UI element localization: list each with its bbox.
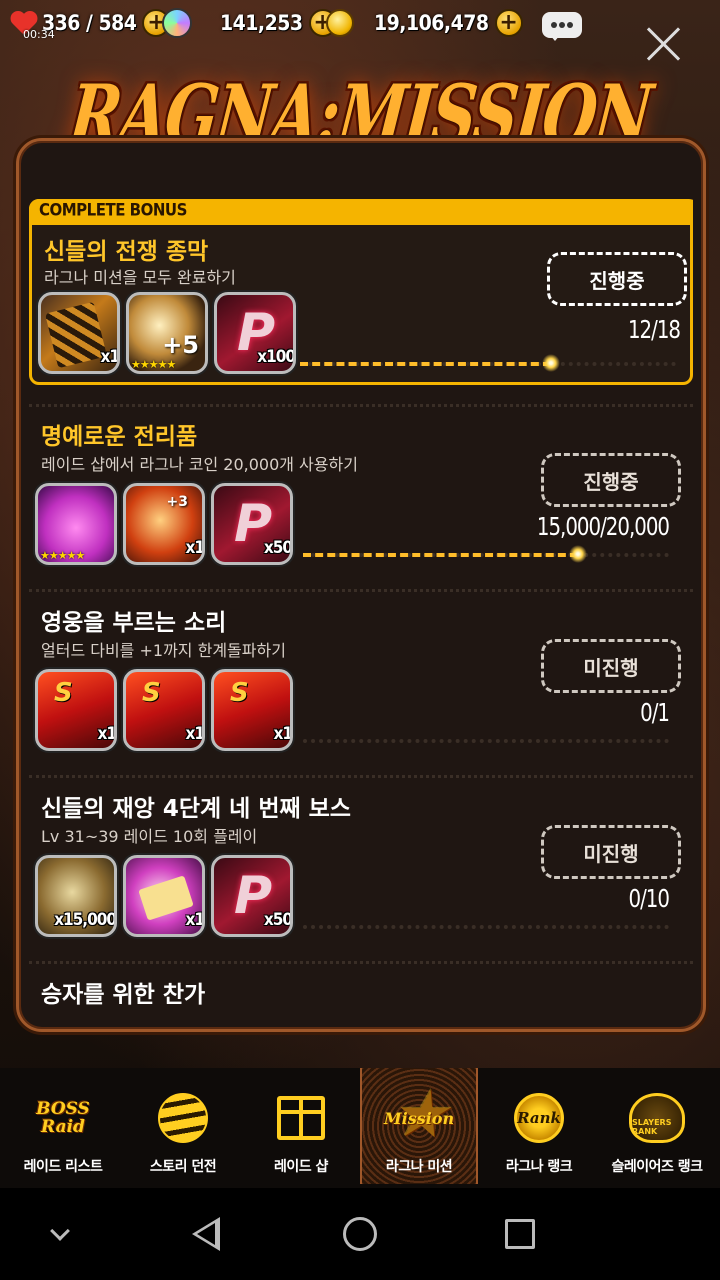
progress-bar xyxy=(303,545,669,563)
nav-ragna-rank[interactable]: Rank 라그나 랭크 xyxy=(480,1068,598,1184)
progress-bar xyxy=(303,739,669,743)
card-pack-icon[interactable]: x1 xyxy=(38,292,120,374)
divider xyxy=(29,775,693,778)
mission-status-button[interactable]: 미진행 xyxy=(541,825,681,879)
summon-flag-icon[interactable]: x1 xyxy=(35,669,117,751)
mission-item[interactable]: 승자를 위한 찬가 xyxy=(29,969,693,1019)
progress-fill xyxy=(303,553,578,557)
summon-flag-icon[interactable]: x1 xyxy=(123,669,205,751)
back-icon xyxy=(192,1217,220,1251)
complete-bonus-label: COMPLETE BONUS xyxy=(39,200,187,220)
add-gold-button[interactable]: + xyxy=(494,9,523,37)
progress-bar xyxy=(303,925,669,929)
mission-progress: 12/18 xyxy=(627,316,681,345)
chevron-down-icon xyxy=(50,1221,70,1241)
recents-icon xyxy=(505,1219,535,1249)
gold-coin-icon xyxy=(326,9,354,37)
mission-desc: Lv 31~39 레이드 10회 플레이 xyxy=(41,827,258,846)
mission-desc: 레이드 샵에서 라그나 코인 20,000개 사용하기 xyxy=(41,455,358,474)
resource-bar: 00:34 336 / 584 + 141,253 + 19,106,478 + xyxy=(0,0,720,48)
story-dungeon-icon xyxy=(151,1088,215,1148)
ragna-coin-icon[interactable]: x100 xyxy=(214,292,296,374)
nav-story-dungeon[interactable]: 스토리 던전 xyxy=(124,1068,242,1184)
gem-resource: 141,253 + xyxy=(162,6,337,40)
nav-ragna-mission[interactable]: Mission 라그나 미션 xyxy=(360,1068,478,1184)
mission-item[interactable]: 신들의 재앙 4단계 네 번째 보스 Lv 31~39 레이드 10회 플레이 … xyxy=(29,783,693,963)
reward-list: x15,000 x1 x50 xyxy=(35,855,293,937)
divider xyxy=(29,961,693,964)
home-icon xyxy=(343,1217,377,1251)
mission-star-icon: Mission xyxy=(384,1088,454,1148)
reward-list: x1 x1 x1 xyxy=(35,669,293,751)
nav-raid-shop[interactable]: 레이드 샵 xyxy=(242,1068,360,1184)
recents-button[interactable] xyxy=(498,1212,542,1256)
gem-value: 141,253 xyxy=(220,11,303,35)
nav-label: 라그나 미션 xyxy=(385,1159,453,1175)
mission-title: 승자를 위한 찬가 xyxy=(41,982,206,1008)
gold-resource: 19,106,478 + xyxy=(326,6,523,40)
mission-desc: 얼터드 다비를 +1까지 한계돌파하기 xyxy=(41,641,286,660)
rank-globe-icon: Rank xyxy=(507,1088,571,1148)
mission-progress: 0/10 xyxy=(628,885,670,914)
stamina-resource: 00:34 336 / 584 + xyxy=(10,6,171,41)
mission-complete-bonus[interactable]: COMPLETE BONUS 신들의 전쟁 종막 라그나 미션을 모두 완료하기… xyxy=(29,199,693,385)
system-nav-bar xyxy=(0,1188,720,1280)
home-button[interactable] xyxy=(338,1212,382,1256)
ragna-coin-icon[interactable]: x50 xyxy=(211,855,293,937)
summon-flag-icon[interactable]: x1 xyxy=(211,669,293,751)
nav-label: 라그나 랭크 xyxy=(505,1159,573,1175)
slime-hero-icon[interactable]: ★★★★★ xyxy=(35,483,117,565)
mission-title: 영웅을 부르는 소리 xyxy=(41,610,227,636)
mission-status-button[interactable]: 진행중 xyxy=(541,453,681,507)
mission-progress: 15,000/20,000 xyxy=(536,513,670,542)
bottom-nav: BOSS Raid 레이드 리스트 스토리 던전 레이드 샵 Mission 라… xyxy=(0,1068,720,1188)
spark-icon xyxy=(541,354,560,372)
gem-icon xyxy=(162,8,192,38)
divider xyxy=(29,589,693,592)
mission-list[interactable]: COMPLETE BONUS 신들의 전쟁 종막 라그나 미션을 모두 완료하기… xyxy=(29,199,693,1019)
reward-list: x1 +5★★★★★ x100 xyxy=(38,292,296,374)
divider xyxy=(29,404,693,407)
reward-list: ★★★★★ +3x1 x50 xyxy=(35,483,293,565)
nav-raid-list[interactable]: BOSS Raid 레이드 리스트 xyxy=(4,1068,122,1184)
mission-progress: 0/1 xyxy=(640,699,670,728)
progress-fill xyxy=(300,362,551,366)
mission-status-button[interactable]: 미진행 xyxy=(541,639,681,693)
mission-title: 신들의 전쟁 종막 xyxy=(44,239,209,265)
complete-bonus-tab: COMPLETE BONUS xyxy=(29,199,693,225)
gold-value: 19,106,478 xyxy=(374,11,489,35)
ragna-coin-icon[interactable]: x50 xyxy=(211,483,293,565)
gift-icon xyxy=(269,1088,333,1148)
close-button[interactable] xyxy=(644,24,684,64)
back-button[interactable] xyxy=(184,1212,228,1256)
progress-bar xyxy=(300,354,676,372)
nav-label: 레이드 샵 xyxy=(274,1159,328,1175)
hide-keyboard-button[interactable] xyxy=(38,1212,82,1256)
spark-icon xyxy=(568,545,587,563)
mission-status-button[interactable]: 진행중 xyxy=(547,252,687,306)
mission-title: 신들의 재앙 4단계 네 번째 보스 xyxy=(41,796,351,822)
gear-upgrade-icon[interactable]: +3 x1 xyxy=(123,483,205,565)
boss-raid-icon: BOSS Raid xyxy=(36,1099,90,1137)
stamina-value: 336 / 584 xyxy=(42,11,137,35)
medal-icon[interactable]: x15,000 xyxy=(35,855,117,937)
letter-ticket-icon[interactable]: x1 xyxy=(123,855,205,937)
mission-panel: COMPLETE BONUS 신들의 전쟁 종막 라그나 미션을 모두 완료하기… xyxy=(16,138,706,1032)
mission-item[interactable]: 명예로운 전리품 레이드 샵에서 라그나 코인 20,000개 사용하기 진행중… xyxy=(29,411,693,591)
slayers-rank-icon: SLAYERS RANK xyxy=(625,1088,689,1148)
nav-label: 스토리 던전 xyxy=(149,1159,217,1175)
nav-slayers-rank[interactable]: SLAYERS RANK 슬레이어즈 랭크 xyxy=(598,1068,716,1184)
stamina-timer: 00:34 xyxy=(23,28,55,41)
mission-item[interactable]: 영웅을 부르는 소리 얼터드 다비를 +1까지 한계돌파하기 미진행 0/1 x… xyxy=(29,597,693,777)
nav-label: 레이드 리스트 xyxy=(23,1159,103,1175)
mission-desc: 라그나 미션을 모두 완료하기 xyxy=(44,268,236,287)
nav-label: 슬레이어즈 랭크 xyxy=(611,1159,703,1175)
chat-icon[interactable] xyxy=(542,12,582,41)
enhance-orb-icon[interactable]: +5 ★★★★★ xyxy=(126,292,208,374)
mission-title: 명예로운 전리품 xyxy=(41,424,198,450)
